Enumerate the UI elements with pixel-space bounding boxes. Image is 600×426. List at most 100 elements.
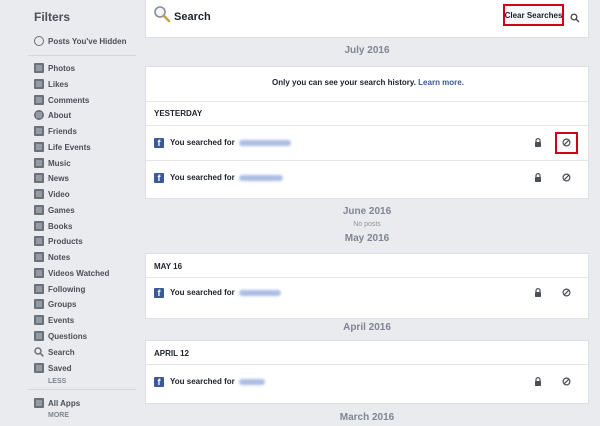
bookmark-icon	[34, 363, 44, 373]
sidebar-item-label: Likes	[48, 79, 69, 89]
remove-icon[interactable]	[562, 173, 571, 182]
magnifier-icon	[154, 6, 171, 23]
sidebar-item-label: About	[48, 110, 72, 120]
photos-icon	[34, 63, 44, 73]
friends-icon	[34, 126, 44, 136]
sidebar-item-label: Products	[48, 236, 83, 246]
sidebar-item-label: Friends	[48, 126, 77, 136]
news-icon	[34, 173, 44, 183]
entry-prefix: You searched for	[170, 288, 235, 297]
sidebar-item-label: Notes	[48, 252, 71, 262]
sidebar-more-link[interactable]: MORE	[48, 412, 69, 419]
sidebar-less-link[interactable]: LESS	[48, 378, 66, 385]
sidebar-item-saved[interactable]: Saved	[34, 361, 72, 375]
sidebar-item-label: Photos	[48, 63, 76, 73]
search-entry-text: You searched for	[170, 288, 281, 297]
blurred-query	[238, 174, 283, 181]
sidebar-item-about[interactable]: About	[34, 108, 71, 122]
search-header: Search Clear Searches	[145, 0, 589, 38]
sidebar-item-label: Life Events	[48, 142, 91, 152]
info-icon	[34, 110, 44, 120]
sidebar-item-label: Search	[48, 347, 75, 357]
facebook-icon: f	[154, 173, 164, 183]
clear-searches-button[interactable]: Clear Searches	[503, 4, 564, 26]
sidebar-item-events[interactable]: Events	[34, 313, 74, 327]
video-icon	[34, 189, 44, 199]
blurred-query	[238, 139, 291, 146]
sidebar-item-comments[interactable]: Comments	[34, 93, 89, 107]
sidebar-item-photos[interactable]: Photos	[34, 61, 75, 75]
no-posts-label: No posts	[353, 221, 381, 228]
lock-icon[interactable]	[534, 288, 542, 297]
sidebar-item-following[interactable]: Following	[34, 282, 85, 296]
sidebar-item-label: Games	[48, 205, 75, 215]
groups-icon	[34, 299, 44, 309]
lock-icon[interactable]	[534, 138, 542, 147]
question-icon	[34, 331, 44, 341]
lock-icon[interactable]	[534, 377, 542, 386]
month-heading-july: July 2016	[344, 45, 390, 56]
sidebar-divider	[28, 55, 136, 56]
facebook-icon: f	[154, 288, 164, 298]
sidebar-item-products[interactable]: Products	[34, 234, 83, 248]
sidebar-item-label: News	[48, 173, 69, 183]
month-heading-may: May 2016	[344, 233, 390, 244]
may-activity-card: MAY 16 f You searched for	[145, 253, 589, 319]
list-item: f You searched for	[146, 161, 588, 195]
sidebar-item-likes[interactable]: Likes	[34, 77, 68, 91]
sidebar-item-label: Saved	[48, 363, 72, 373]
sidebar-item-videos-watched[interactable]: Videos Watched	[34, 266, 109, 280]
search-entry-text: You searched for	[170, 138, 291, 147]
facebook-icon: f	[154, 377, 164, 387]
month-heading-april: April 2016	[343, 322, 391, 333]
remove-icon[interactable]	[562, 138, 571, 147]
sidebar-item-questions[interactable]: Questions	[34, 329, 87, 343]
sidebar-item-friends[interactable]: Friends	[34, 124, 77, 138]
remove-icon[interactable]	[562, 288, 571, 297]
sidebar-item-search[interactable]: Search	[34, 345, 75, 359]
search-icon	[34, 347, 44, 357]
sidebar-item-label: Following	[48, 284, 86, 294]
facebook-icon: f	[154, 138, 164, 148]
sidebar-item-label: Comments	[48, 95, 90, 105]
like-icon	[34, 79, 44, 89]
july-activity-card: Only you can see your search history. Le…	[145, 66, 589, 199]
games-icon	[34, 205, 44, 215]
sidebar-item-music[interactable]: Music	[34, 156, 71, 170]
section-heading-may16: MAY 16	[154, 262, 183, 271]
sidebar-item-label: Books	[48, 221, 73, 231]
sidebar-item-news[interactable]: News	[34, 171, 69, 185]
section-heading-april12: APRIL 12	[154, 349, 189, 358]
search-icon[interactable]	[570, 13, 580, 23]
sidebar-item-label: Video	[48, 189, 70, 199]
sidebar-item-notes[interactable]: Notes	[34, 250, 70, 264]
flag-icon	[34, 142, 44, 152]
entry-prefix: You searched for	[170, 377, 235, 386]
sidebar-item-label: Posts You've Hidden	[48, 36, 127, 46]
month-heading-march: March 2016	[339, 412, 395, 423]
remove-icon[interactable]	[562, 377, 571, 386]
apps-icon	[34, 398, 44, 408]
lock-icon[interactable]	[534, 173, 542, 182]
page-title: Search	[174, 11, 211, 23]
filters-sidebar: Filters Posts You've Hidden Photos Likes…	[0, 0, 140, 426]
learn-more-link[interactable]: Learn more.	[418, 78, 464, 87]
list-item: f You searched for	[146, 126, 588, 160]
list-item: f You searched for	[146, 365, 588, 399]
sidebar-item-all-apps[interactable]: All Apps	[34, 396, 80, 410]
sidebar-item-groups[interactable]: Groups	[34, 297, 76, 311]
search-entry-text: You searched for	[170, 173, 283, 182]
hidden-icon	[34, 36, 44, 46]
sidebar-item-life-events[interactable]: Life Events	[34, 140, 91, 154]
blurred-query	[238, 289, 281, 296]
bag-icon	[34, 236, 44, 246]
sidebar-item-video[interactable]: Video	[34, 187, 70, 201]
list-item: f You searched for	[146, 276, 588, 310]
divider	[146, 101, 588, 102]
sidebar-item-label: Music	[48, 158, 71, 168]
privacy-text: Only you can see your search history.	[272, 78, 416, 87]
sidebar-item-books[interactable]: Books	[34, 219, 72, 233]
sidebar-item-label: Videos Watched	[48, 268, 110, 278]
sidebar-item-posts-hidden[interactable]: Posts You've Hidden	[34, 34, 127, 48]
sidebar-item-games[interactable]: Games	[34, 203, 75, 217]
